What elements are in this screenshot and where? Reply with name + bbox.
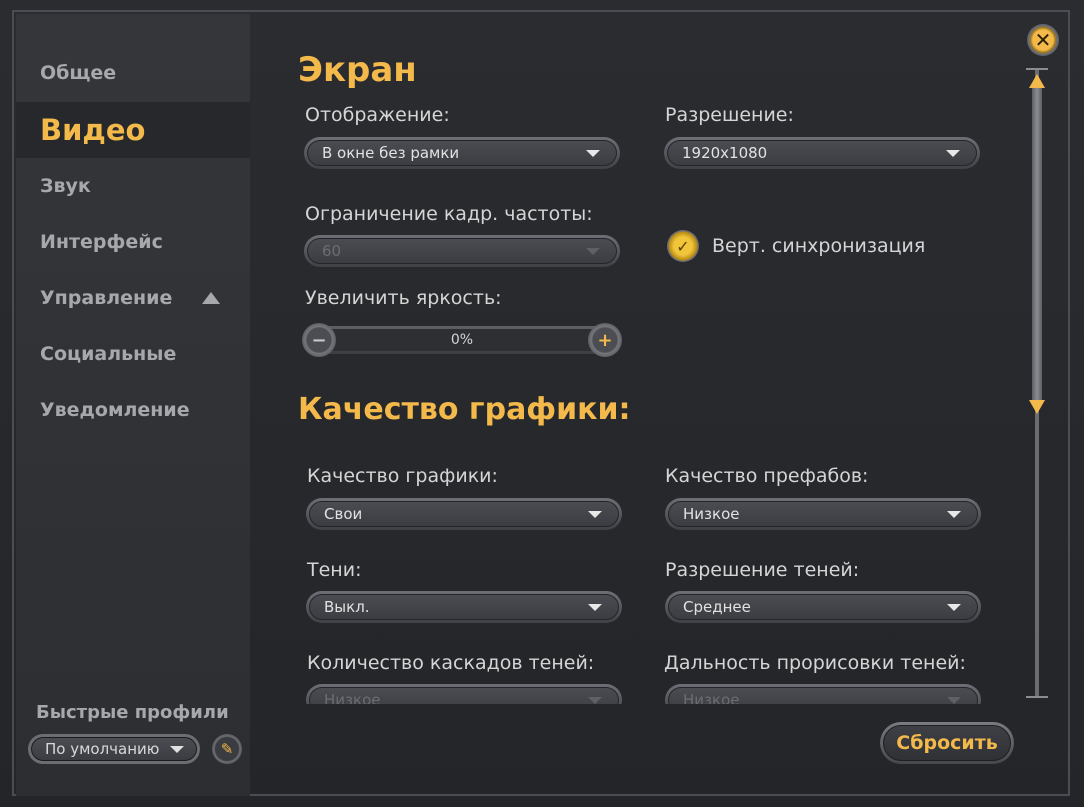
- shadow-cascades-label: Количество каскадов теней:: [307, 652, 595, 674]
- brightness-decrease-button[interactable]: −: [302, 323, 336, 357]
- prefab-quality-value-box: Низкое: [668, 501, 978, 527]
- prefab-quality-value: Низкое: [683, 505, 740, 523]
- vsync-label: Верт. синхронизация: [712, 235, 926, 257]
- graphics-quality-value-box: Свои: [309, 501, 619, 527]
- graphics-quality-select[interactable]: Свои: [306, 498, 622, 530]
- chevron-down-icon: [947, 604, 961, 611]
- fps-limit-value-box: 60: [307, 238, 617, 264]
- sidebar-item-social[interactable]: Социальные: [16, 331, 250, 377]
- shadows-value: Выкл.: [324, 598, 370, 616]
- display-mode-select[interactable]: В окне без рамки: [304, 137, 620, 169]
- sidebar-item-video[interactable]: Видео: [16, 102, 250, 158]
- chevron-down-icon: [947, 697, 961, 704]
- shadow-cascades-value-box: Низкое: [309, 687, 619, 704]
- shadow-resolution-label: Разрешение теней:: [665, 559, 860, 581]
- sidebar-item-notifications[interactable]: Уведомление: [16, 387, 250, 433]
- shadow-resolution-select[interactable]: Среднее: [665, 591, 981, 623]
- shadow-resolution-value-box: Среднее: [668, 594, 978, 620]
- section-title-screen: Экран: [298, 50, 417, 90]
- minus-icon: −: [311, 329, 327, 351]
- expand-arrow-icon[interactable]: [202, 292, 220, 304]
- shadow-distance-select[interactable]: Низкое: [665, 684, 981, 704]
- brightness-track[interactable]: 0%: [312, 326, 612, 354]
- display-mode-value-box: В окне без рамки: [307, 140, 617, 166]
- fps-limit-select[interactable]: 60: [304, 235, 620, 267]
- sidebar-item-label: Интерфейс: [40, 231, 163, 253]
- chevron-down-icon: [170, 746, 184, 753]
- chevron-down-icon: [586, 150, 600, 157]
- sidebar-item-label: Звук: [40, 175, 91, 197]
- quick-profiles-title: Быстрые профили: [36, 702, 229, 723]
- display-mode-value: В окне без рамки: [322, 144, 460, 162]
- chevron-down-icon: [586, 248, 600, 255]
- chevron-down-icon: [588, 511, 602, 518]
- sidebar-item-general[interactable]: Общее: [16, 50, 250, 96]
- section-title-graphics: Качество графики:: [298, 392, 631, 427]
- scrollbar-thumb[interactable]: [1032, 80, 1042, 408]
- edit-profile-button[interactable]: ✎: [212, 734, 242, 764]
- sidebar-item-label: Управление: [40, 287, 173, 309]
- settings-content: Экран Отображение: В окне без рамки Разр…: [250, 14, 1020, 704]
- shadows-value-box: Выкл.: [309, 594, 619, 620]
- scrollbar-cap: [1026, 696, 1048, 698]
- sidebar-item-sound[interactable]: Звук: [16, 163, 250, 209]
- shadows-select[interactable]: Выкл.: [306, 591, 622, 623]
- display-label: Отображение:: [305, 104, 450, 126]
- sidebar-item-label: Социальные: [40, 343, 177, 365]
- resolution-value-box: 1920x1080: [667, 140, 977, 166]
- checkmark-icon: ✓: [676, 236, 690, 256]
- quick-profile-value: По умолчанию: [45, 740, 160, 758]
- plus-icon: +: [597, 329, 613, 351]
- quick-profile-select[interactable]: По умолчанию: [28, 734, 200, 764]
- resolution-value: 1920x1080: [682, 144, 768, 162]
- brightness-label: Увеличить яркость:: [305, 287, 502, 309]
- chevron-down-icon: [588, 697, 602, 704]
- chevron-down-icon: [588, 604, 602, 611]
- sidebar-item-controls[interactable]: Управление: [16, 275, 250, 321]
- prefab-quality-label: Качество префабов:: [665, 465, 869, 487]
- fps-limit-value: 60: [322, 242, 342, 260]
- shadows-label: Тени:: [307, 559, 362, 581]
- shadow-cascades-value: Низкое: [324, 691, 381, 704]
- sidebar-item-label: Общее: [40, 62, 117, 84]
- fps-limit-label: Ограничение кадр. частоты:: [305, 203, 593, 225]
- prefab-quality-select[interactable]: Низкое: [665, 498, 981, 530]
- chevron-down-icon: [946, 150, 960, 157]
- sidebar: Общее Видео Звук Интерфейс Управление Со…: [16, 14, 250, 796]
- scroll-down-arrow-icon[interactable]: [1029, 400, 1045, 414]
- resolution-select[interactable]: 1920x1080: [664, 137, 980, 169]
- reset-button[interactable]: Сбросить: [880, 722, 1014, 764]
- shadow-distance-value-box: Низкое: [668, 687, 978, 704]
- shadow-resolution-value: Среднее: [683, 598, 751, 616]
- scroll-up-arrow-icon[interactable]: [1029, 74, 1045, 88]
- shadow-distance-value: Низкое: [683, 691, 740, 704]
- sidebar-item-label: Уведомление: [40, 399, 190, 421]
- chevron-down-icon: [947, 511, 961, 518]
- graphics-quality-value: Свои: [324, 505, 363, 523]
- sidebar-item-interface[interactable]: Интерфейс: [16, 219, 250, 265]
- brightness-increase-button[interactable]: +: [588, 323, 622, 357]
- vsync-checkbox[interactable]: ✓: [667, 230, 699, 262]
- shadow-cascades-select[interactable]: Низкое: [306, 684, 622, 704]
- resolution-label: Разрешение:: [665, 104, 794, 126]
- graphics-quality-label: Качество графики:: [307, 465, 498, 487]
- sidebar-item-label: Видео: [40, 113, 146, 147]
- pencil-icon: ✎: [220, 740, 234, 758]
- close-button[interactable]: ✕: [1027, 24, 1059, 56]
- brightness-slider[interactable]: 0% − +: [302, 323, 622, 357]
- close-icon: ✕: [1034, 28, 1052, 52]
- brightness-value: 0%: [315, 329, 609, 351]
- reset-button-label: Сбросить: [883, 725, 1011, 761]
- shadow-distance-label: Дальность прорисовки теней:: [664, 652, 966, 674]
